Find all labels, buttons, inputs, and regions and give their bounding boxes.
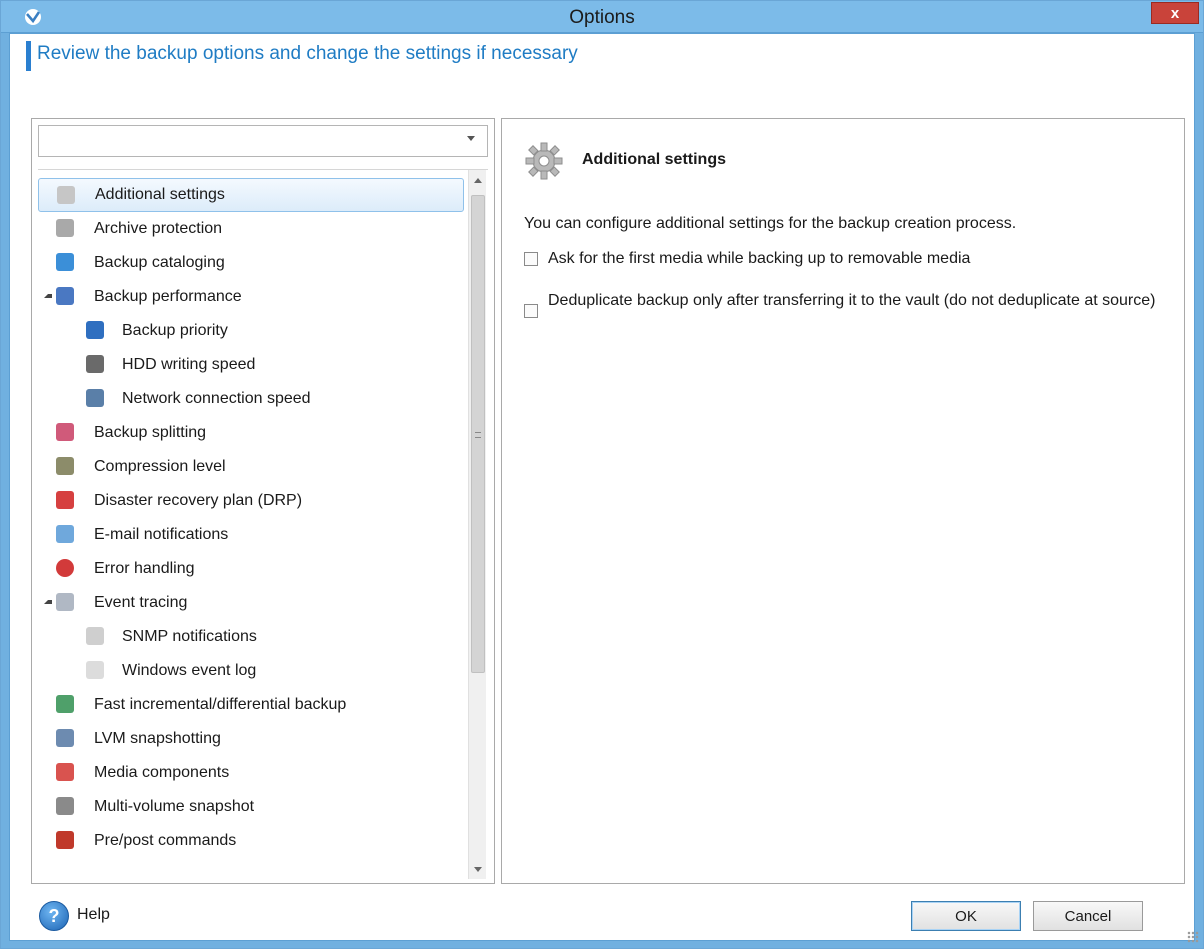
section-description: You can configure additional settings fo… [524,215,1017,232]
tree-item-label: Error handling [94,560,195,577]
gear-icon [57,186,75,204]
tree-item-label: Pre/post commands [94,832,237,849]
help-icon[interactable]: ? [39,901,69,931]
expand-arrow-icon[interactable] [44,600,52,604]
tree-item-label: Compression level [94,458,226,475]
tree-item-label: Multi-volume snapshot [94,798,255,815]
tree-item-label: Archive protection [94,220,223,237]
deduplicate-checkbox[interactable] [524,304,538,318]
tree-item-label: Media components [94,764,230,781]
window-title: Options [569,7,635,28]
error-icon [56,559,74,577]
tree-item[interactable]: HDD writing speed [38,348,464,382]
tree-item[interactable]: Error handling [38,552,464,586]
tree-item[interactable]: Backup priority [38,314,464,348]
options-tree: Additional settings Archive protection Bac… [38,169,488,879]
tree-item-label: LVM snapshotting [94,730,221,747]
cancel-button[interactable]: Cancel [1033,901,1143,931]
scroll-down-arrow-icon[interactable] [474,867,482,872]
title-bar[interactable]: Options x [1,1,1203,33]
deduplicate-label: Deduplicate backup only after transferri… [548,292,1156,309]
compression-icon [56,457,74,475]
page-title: Review the backup options and change the… [37,43,578,64]
tree-item-label: E-mail notifications [94,526,229,543]
tree-item[interactable]: LVM snapshotting [38,722,464,756]
tree-item-label: Network connection speed [122,390,311,407]
splitting-icon [56,423,74,441]
tree-item[interactable]: Backup cataloging [38,246,464,280]
tree-item[interactable]: Pre/post commands [38,824,464,858]
tree-item[interactable]: Fast incremental/differential backup [38,688,464,722]
lvm-icon [56,729,74,747]
tree-item-label: SNMP notifications [122,628,257,645]
tree-item[interactable]: Windows event log [38,654,464,688]
drp-icon [56,491,74,509]
chevron-down-icon[interactable] [467,136,475,141]
tree-item[interactable]: E-mail notifications [38,518,464,552]
help-label[interactable]: Help [77,906,110,924]
expand-arrow-icon[interactable] [44,294,52,298]
tree-item[interactable]: Backup splitting [38,416,464,450]
tree-item-label: Fast incremental/differential backup [94,696,347,713]
tree-item[interactable]: Disaster recovery plan (DRP) [38,484,464,518]
tree-item[interactable]: Archive protection [38,212,464,246]
catalog-icon [56,253,74,271]
network-icon [86,389,104,407]
lock-icon [56,219,74,237]
tree-item-label: Additional settings [95,186,225,203]
scroll-thumb[interactable] [471,195,485,673]
tree-item-label: HDD writing speed [122,356,256,373]
tree-item[interactable]: Media components [38,756,464,790]
section-title: Additional settings [582,151,726,168]
priority-icon [86,321,104,339]
tree-item-label: Backup performance [94,288,242,305]
tree-list: Additional settings Archive protection Bac… [38,178,464,858]
tree-item[interactable]: Compression level [38,450,464,484]
header-accent-bar [26,41,31,71]
tree-item-label: Event tracing [94,594,188,611]
gear-icon [525,142,563,180]
tree-item[interactable]: Additional settings [38,178,464,212]
tree-item-label: Disaster recovery plan (DRP) [94,492,303,509]
ask-first-media-label: Ask for the first media while backing up… [548,250,971,267]
email-icon [56,525,74,543]
grip-icon [475,432,481,438]
hdd-icon [86,355,104,373]
tree-item[interactable]: SNMP notifications [38,620,464,654]
event-tracing-icon [56,593,74,611]
performance-icon [56,287,74,305]
options-window: Options x Review the backup options and … [0,0,1204,949]
tree-item[interactable]: Network connection speed [38,382,464,416]
tree-item-label: Windows event log [122,662,257,679]
tree-scrollbar[interactable] [468,170,486,879]
tree-item-label: Backup splitting [94,424,207,441]
tree-item-label: Backup cataloging [94,254,225,271]
event-log-icon [86,661,104,679]
settings-detail-panel: Additional settings You can configure ad… [501,118,1185,884]
close-button[interactable]: x [1151,2,1199,24]
fast-backup-icon [56,695,74,713]
resize-grip-icon[interactable] [1187,931,1199,943]
ok-button[interactable]: OK [911,901,1021,931]
tree-item[interactable]: Backup performance [38,280,464,314]
options-tree-panel: Additional settings Archive protection Bac… [31,118,495,884]
scroll-up-arrow-icon[interactable] [474,178,482,183]
snmp-icon [86,627,104,645]
filter-input[interactable] [39,126,459,156]
commands-icon [56,831,74,849]
ask-first-media-checkbox[interactable] [524,252,538,266]
tree-item-label: Backup priority [122,322,228,339]
tree-item[interactable]: Event tracing [38,586,464,620]
tree-item[interactable]: Multi-volume snapshot [38,790,464,824]
multi-volume-icon [56,797,74,815]
media-icon [56,763,74,781]
filter-dropdown[interactable] [38,125,488,157]
